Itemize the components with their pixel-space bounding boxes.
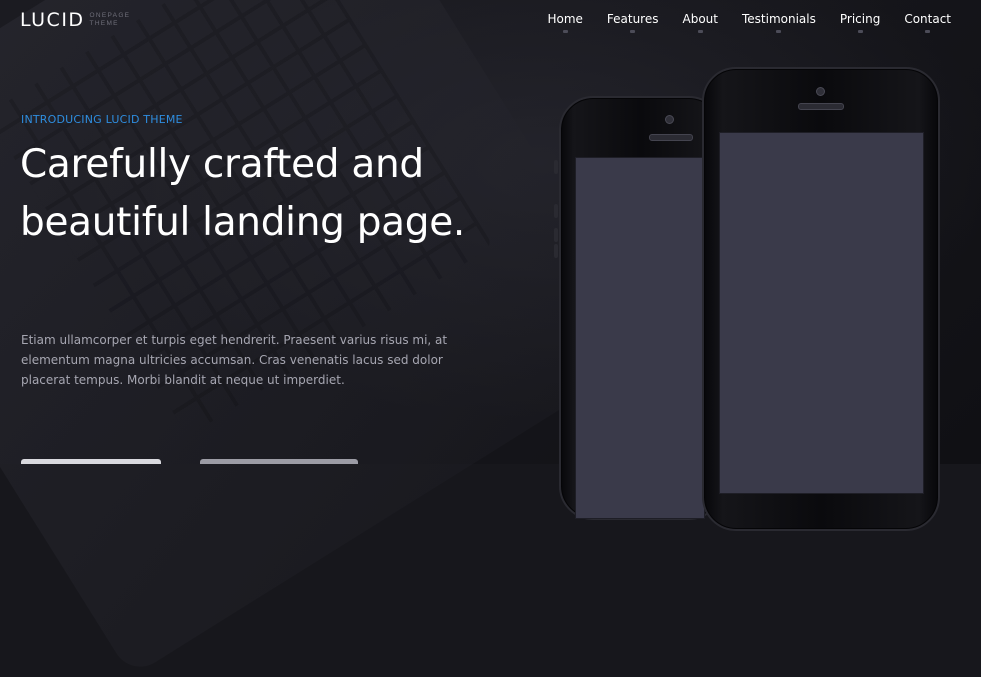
- main-nav: Home Features About Testimonials Pricing…: [523, 12, 951, 33]
- logo-tagline: ONEPAGE THEME: [89, 12, 131, 27]
- nav-indicator: [697, 30, 703, 33]
- logo-text: LUCID: [20, 9, 85, 31]
- nav-item-testimonials[interactable]: Testimonials: [742, 12, 816, 33]
- camera-icon: [816, 87, 825, 96]
- nav-item-about[interactable]: About: [683, 12, 718, 33]
- nav-indicator: [857, 30, 863, 33]
- nav-item-label: Pricing: [839, 12, 881, 26]
- camera-icon: [665, 115, 674, 124]
- secondary-cta-button[interactable]: [200, 459, 358, 464]
- nav-indicator: [776, 30, 782, 33]
- nav-item-features[interactable]: Features: [607, 12, 659, 33]
- nav-item-label: About: [682, 12, 718, 26]
- nav-item-contact[interactable]: Contact: [904, 12, 951, 33]
- phone-side-button: [554, 244, 558, 258]
- phone-side-button: [554, 204, 558, 218]
- nav-indicator: [925, 30, 931, 33]
- hero-headline: Carefully crafted and beautiful landing …: [20, 142, 465, 245]
- nav-item-label: Home: [547, 12, 583, 26]
- hero-kicker: INTRODUCING LUCID THEME: [21, 113, 183, 126]
- nav-item-label: Features: [606, 12, 659, 26]
- primary-cta-button[interactable]: [21, 459, 161, 464]
- speaker-grille: [798, 103, 844, 110]
- phone-mockup-back: [559, 96, 723, 520]
- nav-indicator: [562, 30, 568, 33]
- nav-item-label: Testimonials: [741, 12, 816, 26]
- nav-item-label: Contact: [904, 12, 951, 26]
- nav-item-home[interactable]: Home: [547, 12, 583, 33]
- phone-mockup-front: [702, 67, 940, 531]
- speaker-grille: [649, 134, 693, 141]
- phone-side-button: [554, 228, 558, 242]
- phone-screen: [719, 132, 924, 494]
- phone-screen: [575, 157, 705, 519]
- phone-side-button: [554, 160, 558, 174]
- hero-lead-text: Etiam ullamcorper et turpis eget hendrer…: [21, 333, 448, 387]
- logo[interactable]: LUCID ONEPAGE THEME: [20, 9, 150, 31]
- nav-item-pricing[interactable]: Pricing: [840, 12, 880, 33]
- nav-indicator: [630, 30, 636, 33]
